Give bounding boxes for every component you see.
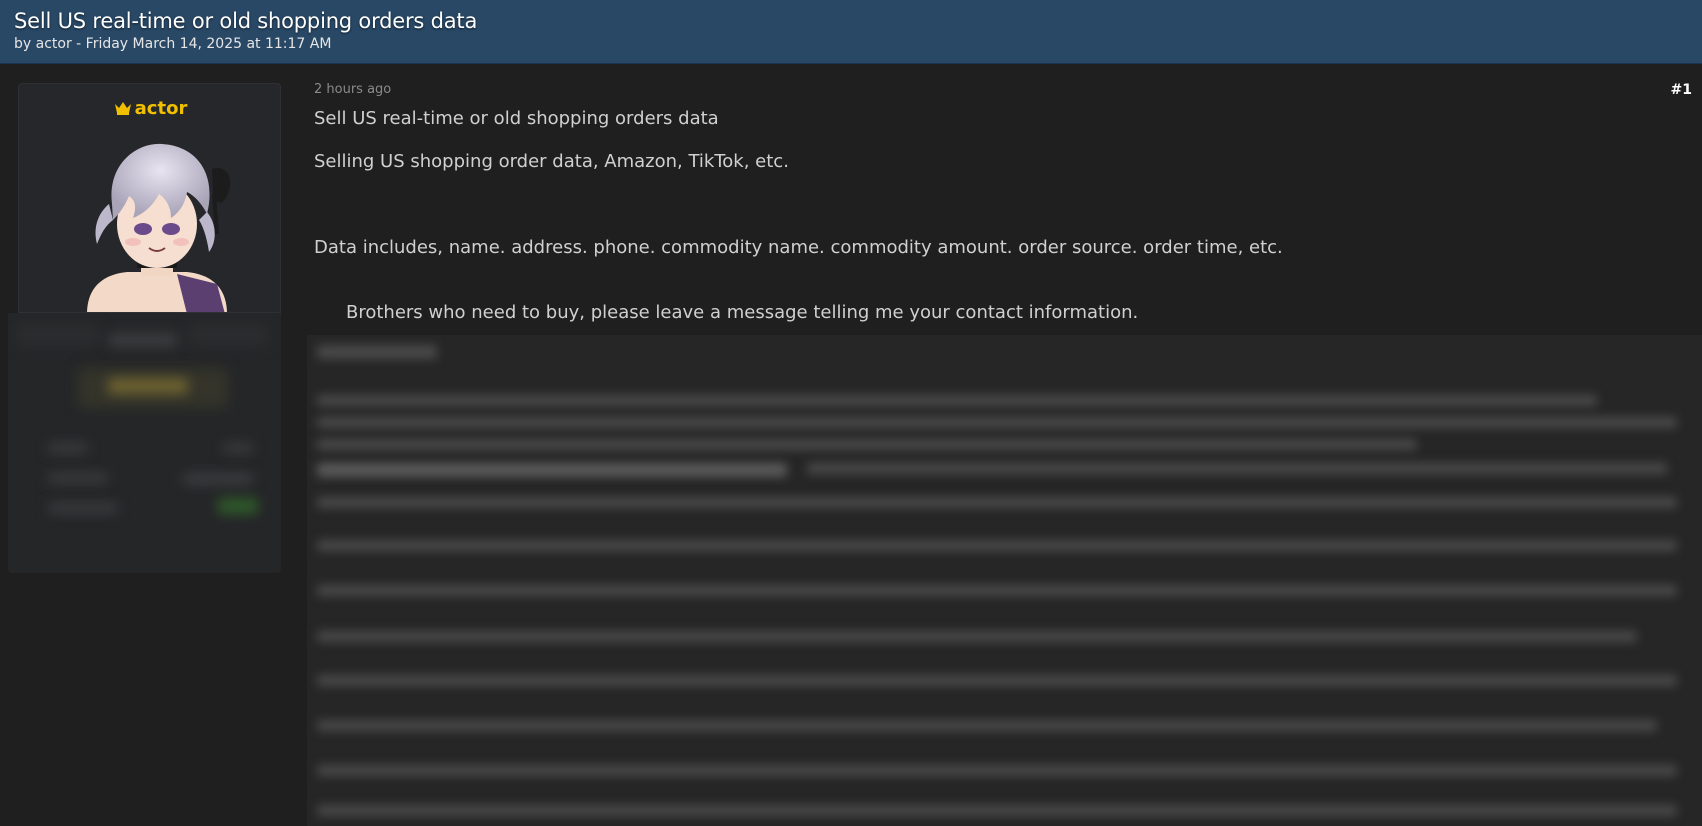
thread-header: Sell US real-time or old shopping orders… [0,0,1702,64]
author-name[interactable]: actor [135,98,188,119]
post-line: Selling US shopping order data, Amazon, … [314,151,789,172]
post-line: Sell US real-time or old shopping orders… [314,108,719,129]
blurred-content [307,335,1702,826]
thread-title: Sell US real-time or old shopping orders… [14,9,478,33]
avatar[interactable] [67,134,247,313]
author-stats-blurred [8,313,281,573]
author-card: actor [18,83,281,313]
post-line: Brothers who need to buy, please leave a… [346,302,1139,323]
thread-byline: by actor - Friday March 14, 2025 at 11:1… [14,36,331,52]
post-permalink[interactable]: #1 [1660,82,1692,98]
post-timestamp[interactable]: 2 hours ago [314,82,391,97]
post-line: Data includes, name. address. phone. com… [314,237,1283,258]
thread-byline-text: by actor - Friday March 14, 2025 at 11:1… [14,36,332,52]
author-name-row[interactable]: actor [19,98,280,119]
crown-icon [114,102,131,115]
